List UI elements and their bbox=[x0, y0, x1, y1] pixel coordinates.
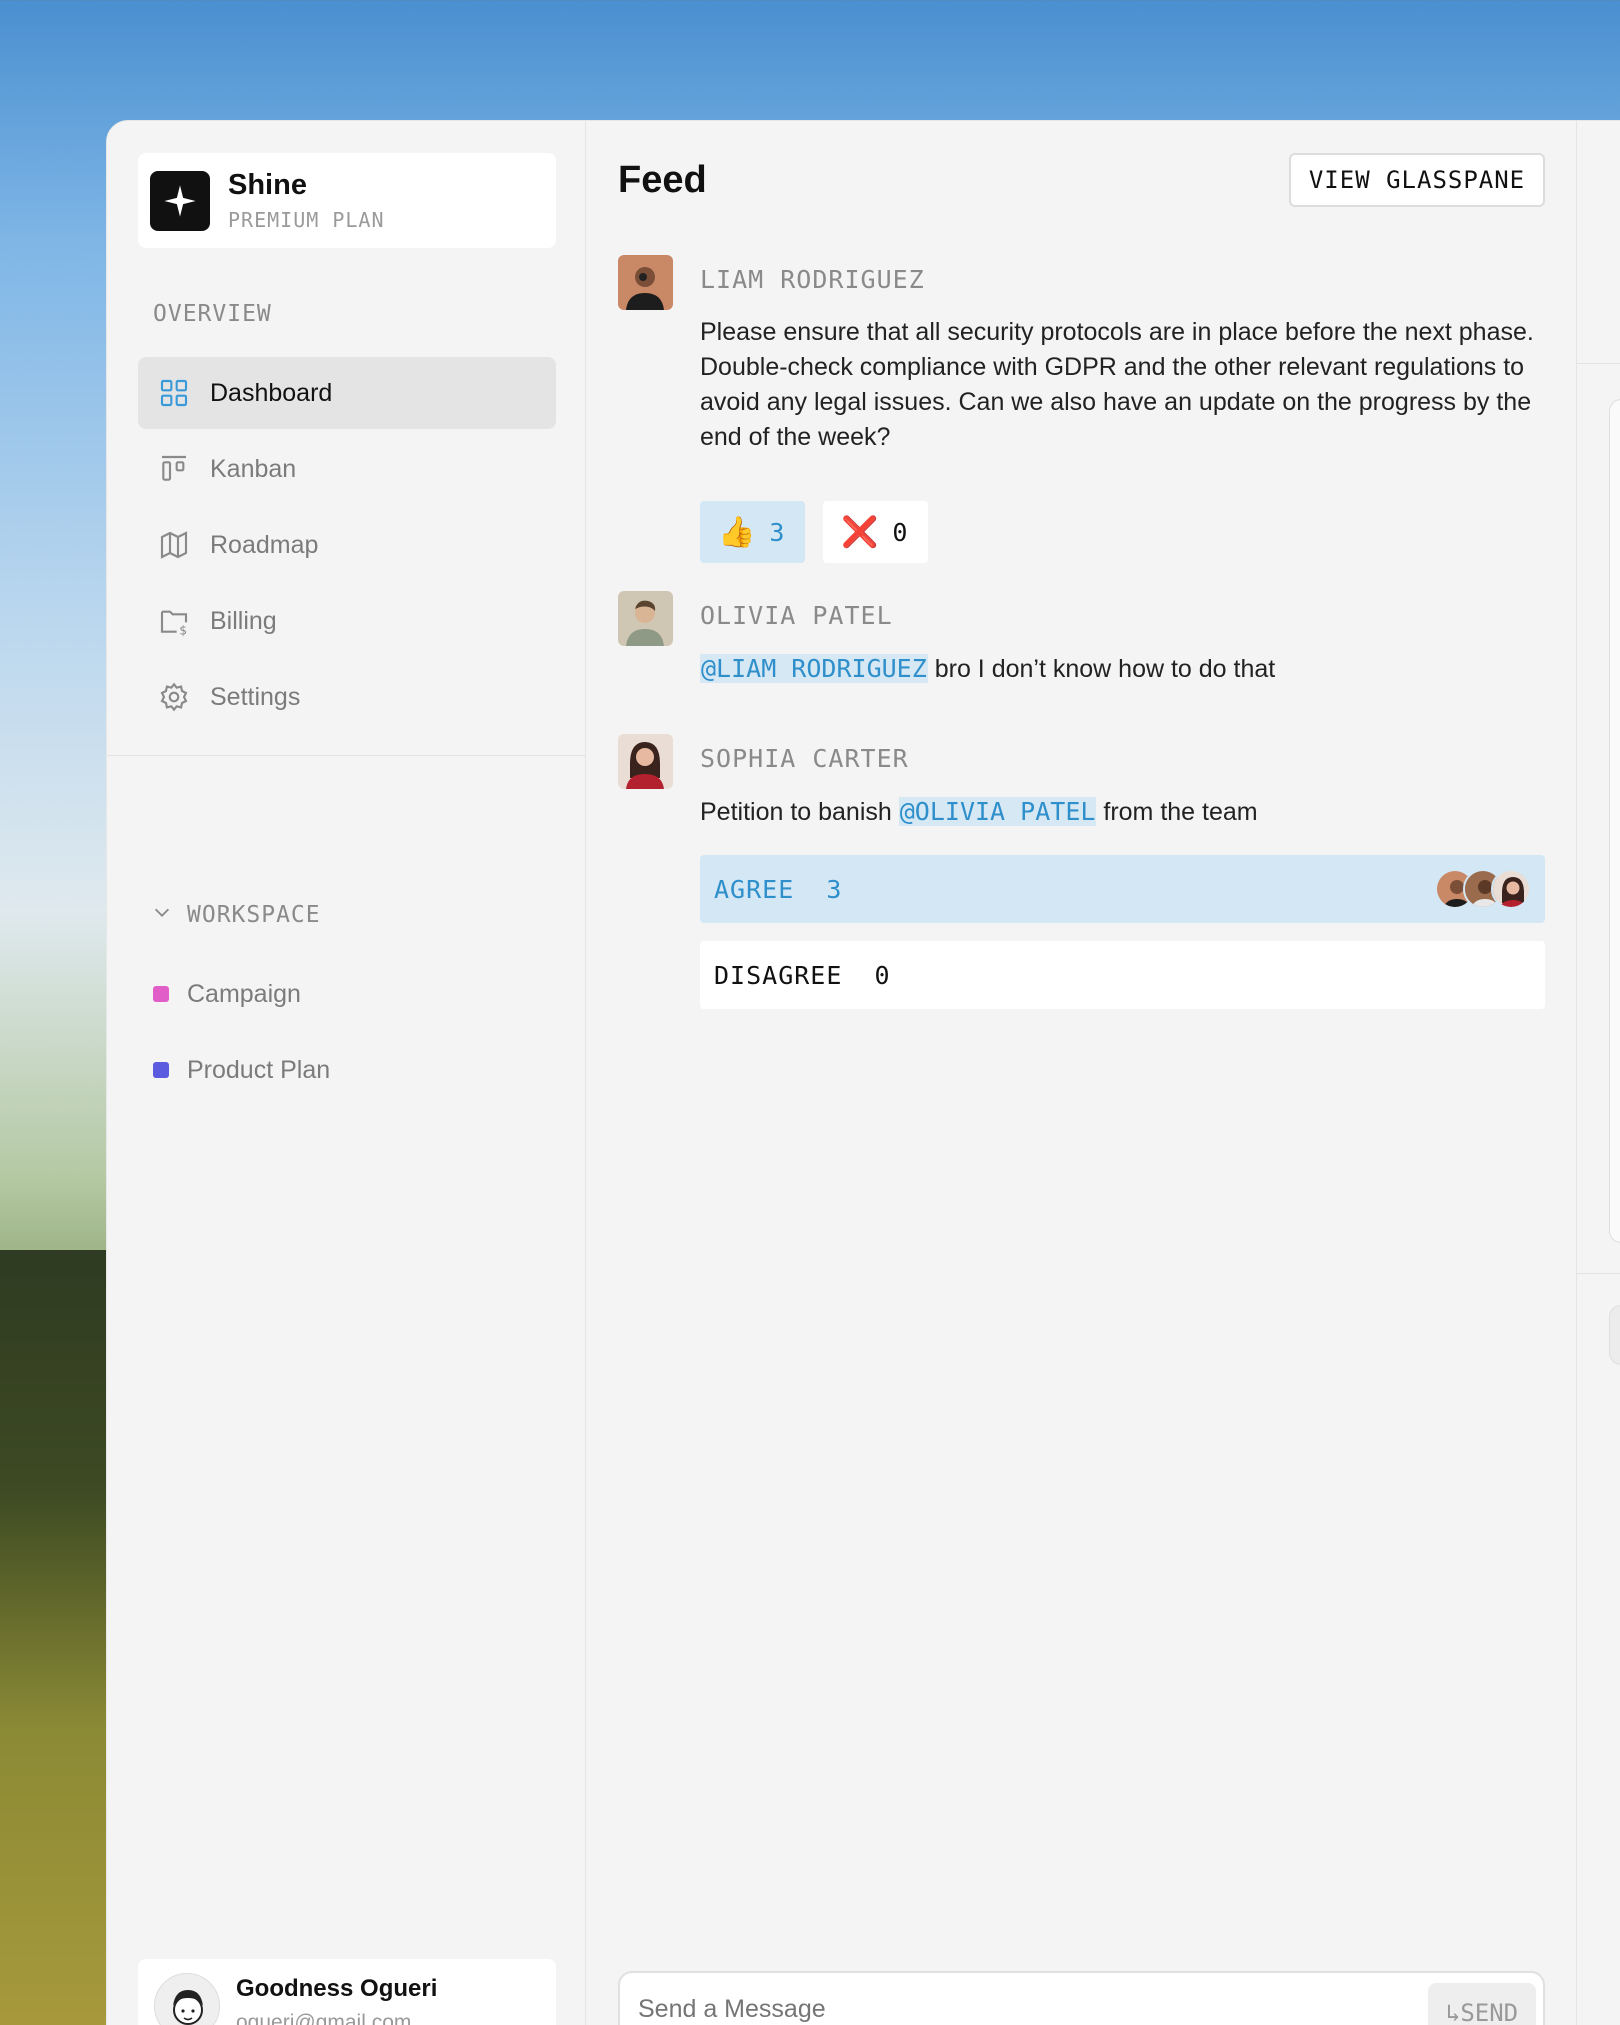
workspace-label: WORKSPACE bbox=[187, 902, 321, 928]
poll-option-label: DISAGREE bbox=[714, 960, 843, 990]
map-icon bbox=[156, 527, 192, 563]
user-name: Goodness Ogueri bbox=[236, 1975, 438, 2002]
svg-text:$: $ bbox=[179, 623, 187, 637]
feed-post: SOPHIA CARTER Petition to banish @OLIVIA… bbox=[618, 734, 1545, 1134]
sidebar-item-label: Billing bbox=[210, 606, 277, 635]
sidebar-item-settings[interactable]: Settings bbox=[138, 661, 556, 733]
sidebar-item-label: Roadmap bbox=[210, 530, 319, 559]
avatar bbox=[618, 591, 673, 646]
reaction-count: 3 bbox=[769, 517, 785, 547]
sidebar-nav: Dashboard Kanban Roadmap $ Billing Setti… bbox=[138, 357, 556, 737]
reactions: 👍 3 ❌ 0 bbox=[700, 501, 928, 563]
chevron-down-icon bbox=[151, 901, 173, 929]
color-dot bbox=[153, 1062, 169, 1078]
sidebar-item-label: Settings bbox=[210, 682, 301, 711]
right-panel-card bbox=[1609, 1305, 1620, 1365]
post-text: bro I don’t know how to do that bbox=[927, 655, 1276, 683]
sidebar: Shine PREMIUM PLAN OVERVIEW Dashboard Ka… bbox=[107, 121, 586, 2025]
user-email: ogueri@gmail.com bbox=[236, 2011, 412, 2025]
post-author: SOPHIA CARTER bbox=[700, 744, 909, 773]
post-body: Please ensure that all security protocol… bbox=[700, 318, 1534, 451]
avatar bbox=[618, 734, 673, 789]
grid-icon bbox=[156, 375, 192, 411]
post-author: OLIVIA PATEL bbox=[700, 601, 893, 630]
brand-name: Shine bbox=[228, 169, 307, 201]
send-button[interactable]: ↳SEND bbox=[1428, 1983, 1536, 2025]
workspace-item-campaign[interactable]: Campaign bbox=[153, 956, 330, 1032]
poll-option-disagree[interactable]: DISAGREE 0 bbox=[700, 941, 1545, 1009]
sidebar-item-roadmap[interactable]: Roadmap bbox=[138, 509, 556, 581]
sidebar-item-billing[interactable]: $ Billing bbox=[138, 585, 556, 657]
brand-card[interactable]: Shine PREMIUM PLAN bbox=[138, 153, 556, 248]
sidebar-item-dashboard[interactable]: Dashboard bbox=[138, 357, 556, 429]
avatar bbox=[1491, 869, 1531, 909]
workspace-item-label: Product Plan bbox=[187, 1055, 331, 1084]
poll-option-count: 3 bbox=[826, 874, 843, 904]
post-body: Petition to banish @OLIVIA PATEL from th… bbox=[700, 794, 1545, 830]
sidebar-item-label: Kanban bbox=[210, 454, 297, 483]
overview-label: OVERVIEW bbox=[153, 301, 272, 327]
user-card[interactable]: Goodness Ogueri ogueri@gmail.com bbox=[138, 1959, 556, 2025]
voter-avatars bbox=[1435, 869, 1531, 909]
feed-post: LIAM RODRIGUEZ Please ensure that all se… bbox=[618, 255, 1545, 563]
brand-plan: PREMIUM PLAN bbox=[228, 208, 385, 232]
avatar bbox=[154, 1973, 220, 2025]
feed-post: OLIVIA PATEL @LIAM RODRIGUEZ bro I don’t… bbox=[618, 591, 1545, 691]
color-dot bbox=[153, 986, 169, 1002]
workspace-toggle[interactable]: WORKSPACE bbox=[151, 901, 321, 929]
poll-option-count: 0 bbox=[874, 960, 891, 990]
workspace-item-product-plan[interactable]: Product Plan bbox=[153, 1032, 330, 1108]
billing-folder-icon: $ bbox=[156, 603, 192, 639]
post-text: from the team bbox=[1096, 798, 1258, 826]
page-title: Feed bbox=[618, 159, 707, 201]
right-panel-card bbox=[1609, 399, 1620, 1243]
post-author: LIAM RODRIGUEZ bbox=[700, 265, 925, 294]
reaction-count: 0 bbox=[892, 517, 908, 547]
right-panel-divider bbox=[1577, 1273, 1620, 1274]
thumbs-up-icon: 👍 bbox=[718, 515, 756, 549]
workspace-item-label: Campaign bbox=[187, 979, 301, 1008]
sidebar-item-label: Dashboard bbox=[210, 378, 333, 407]
feed-panel: Feed VIEW GLASSPANE LIAM RODRIGUEZ Pleas… bbox=[586, 121, 1576, 2025]
cross-icon: ❌ bbox=[841, 515, 879, 549]
poll-option-label: AGREE bbox=[714, 874, 795, 904]
workspace-list: Campaign Product Plan bbox=[153, 956, 330, 1108]
right-panel-divider bbox=[1577, 363, 1620, 364]
poll-option-agree[interactable]: AGREE 3 bbox=[700, 855, 1545, 923]
sparkle-logo-icon bbox=[150, 170, 210, 231]
right-panel bbox=[1576, 121, 1620, 2025]
gear-icon bbox=[156, 679, 192, 715]
sidebar-item-kanban[interactable]: Kanban bbox=[138, 433, 556, 505]
post-text: Petition to banish bbox=[700, 798, 899, 826]
message-input[interactable] bbox=[638, 1995, 1418, 2024]
thumbs-up-reaction[interactable]: 👍 3 bbox=[700, 501, 805, 563]
app-window: Shine PREMIUM PLAN OVERVIEW Dashboard Ka… bbox=[106, 120, 1620, 2025]
avatar bbox=[618, 255, 673, 310]
kanban-icon bbox=[156, 451, 192, 487]
sidebar-divider bbox=[107, 755, 586, 756]
mention-tag[interactable]: @OLIVIA PATEL bbox=[898, 797, 1097, 826]
background-trees bbox=[0, 1250, 110, 2025]
post-body: @LIAM RODRIGUEZ bro I don’t know how to … bbox=[700, 651, 1545, 687]
cross-reaction[interactable]: ❌ 0 bbox=[823, 501, 928, 563]
view-glasspane-button[interactable]: VIEW GLASSPANE bbox=[1289, 153, 1545, 207]
message-composer: ↳SEND bbox=[618, 1971, 1545, 2025]
mention-tag[interactable]: @LIAM RODRIGUEZ bbox=[700, 654, 928, 683]
